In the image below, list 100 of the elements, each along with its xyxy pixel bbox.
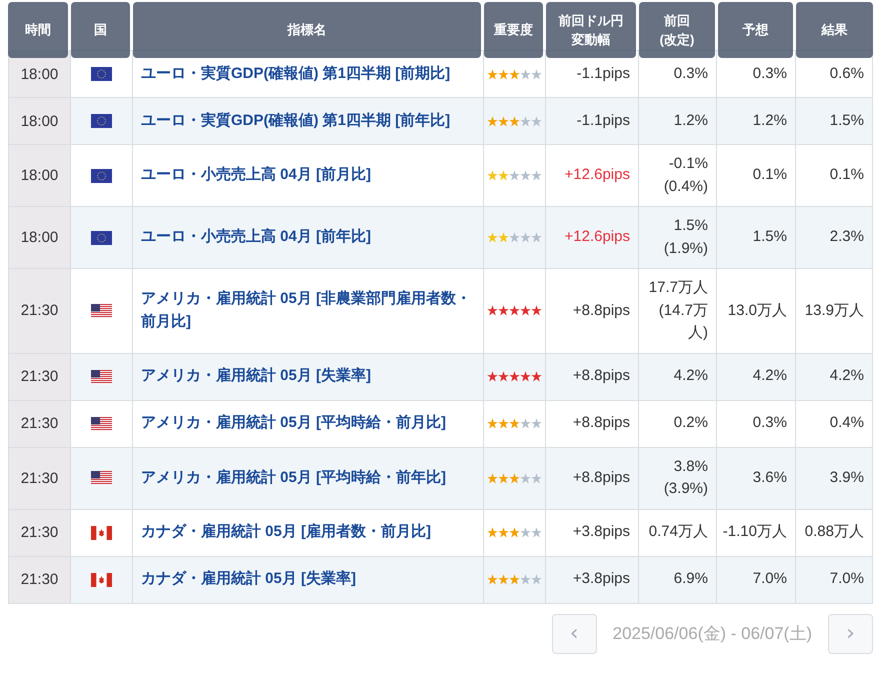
star-icon — [520, 170, 531, 181]
flag-icon — [91, 370, 112, 384]
pips-change: +8.8pips — [572, 413, 630, 434]
pips-change: -1.1pips — [576, 64, 630, 84]
star-icon — [520, 418, 531, 429]
flag-icon — [91, 168, 112, 182]
star-icon — [509, 574, 520, 585]
time-cell: 21:30 — [9, 400, 71, 448]
star-icon — [531, 170, 542, 181]
star-icon — [487, 472, 498, 484]
result-value: 2.3% — [830, 227, 864, 248]
column-header: 変動幅 — [572, 31, 610, 49]
indicator-link[interactable]: ユーロ・実質GDP(確報値) 第1四半期 [前年比] — [141, 110, 450, 132]
flag-icon — [91, 572, 112, 586]
indicator-link[interactable]: アメリカ・雇用統計 05月 [平均時給・前月比] — [141, 412, 446, 435]
indicator-link[interactable]: ユーロ・実質GDP(確報値) 第1四半期 [前期比] — [141, 62, 450, 86]
star-icon — [520, 68, 531, 80]
result-value: 0.1% — [830, 165, 864, 186]
star-icon — [498, 68, 509, 80]
star-icon — [509, 305, 520, 316]
indicator-link[interactable]: カナダ・雇用統計 05月 [雇用者数・前月比] — [141, 521, 432, 544]
time-cell: 21:30 — [9, 448, 71, 510]
result-value: 0.6% — [830, 64, 864, 84]
star-icon — [531, 371, 542, 382]
previous-value: 3.8% — [674, 456, 708, 476]
star-icon — [509, 170, 520, 181]
forecast-value: 4.2% — [752, 366, 787, 386]
star-icon — [487, 116, 498, 126]
star-icon — [498, 472, 509, 484]
star-icon — [487, 527, 498, 538]
indicator-link[interactable]: アメリカ・雇用統計 05月 [失業率] — [141, 365, 372, 388]
column-header: 予想 — [742, 21, 768, 40]
result-value: 0.4% — [830, 413, 864, 434]
date-range: 2025/06/06(金) - 06/07(土) — [612, 623, 812, 645]
revised-value: (1.9%) — [664, 238, 708, 258]
star-icon — [509, 418, 520, 429]
star-icon — [520, 527, 531, 538]
flag-icon — [91, 416, 112, 430]
time-cell: 18:00 — [9, 98, 71, 145]
star-icon — [487, 232, 498, 243]
star-icon — [498, 371, 509, 382]
result-value: 1.5% — [830, 110, 864, 131]
result-value: 13.9万人 — [804, 300, 864, 320]
star-icon — [531, 68, 542, 80]
pips-change: +3.8pips — [572, 569, 630, 590]
star-icon — [531, 418, 542, 429]
revised-value: (0.4%) — [664, 176, 708, 196]
time-cell: 21:30 — [9, 510, 71, 556]
previous-value: 1.2% — [674, 110, 708, 131]
column-header: 国 — [94, 21, 107, 40]
star-icon — [520, 116, 531, 126]
star-icon — [531, 232, 542, 243]
star-icon — [498, 232, 509, 243]
revised-value: (14.7万人) — [658, 300, 708, 343]
star-icon — [509, 68, 520, 80]
flag-icon — [91, 114, 112, 128]
column-header: (改定) — [660, 31, 694, 49]
result-value: 7.0% — [830, 569, 864, 590]
result-value: 3.9% — [830, 468, 864, 488]
forecast-value: 7.0% — [752, 569, 787, 590]
time-cell: 18:00 — [9, 145, 71, 207]
pips-change: +8.8pips — [572, 300, 630, 320]
star-icon — [531, 305, 542, 316]
forecast-value: 0.3% — [752, 64, 787, 84]
previous-value: 0.74万人 — [648, 522, 708, 542]
star-icon — [487, 574, 498, 585]
pips-change: +12.6pips — [564, 165, 630, 186]
star-icon — [520, 371, 531, 382]
column-header: 重要度 — [494, 21, 533, 40]
previous-value: 0.2% — [674, 413, 708, 434]
time-cell: 21:30 — [9, 269, 71, 354]
column-header: 指標名 — [288, 21, 326, 40]
indicator-link[interactable]: アメリカ・雇用統計 05月 [非農業部門雇用者数・前月比] — [141, 288, 475, 334]
column-header: 結果 — [822, 21, 848, 40]
pips-change: +8.8pips — [572, 366, 630, 386]
previous-value: -0.1% — [668, 154, 708, 174]
column-header: 時間 — [25, 21, 51, 40]
star-icon — [520, 574, 531, 585]
star-icon — [498, 574, 509, 585]
indicator-link[interactable]: アメリカ・雇用統計 05月 [平均時給・前年比] — [141, 466, 446, 490]
indicator-link[interactable]: ユーロ・小売売上高 04月 [前月比] — [141, 164, 372, 187]
column-header: 前回ドル円 — [558, 12, 624, 30]
indicator-link[interactable]: ユーロ・小売売上高 04月 [前年比] — [141, 226, 372, 249]
result-value: 0.88万人 — [804, 522, 864, 542]
star-icon — [498, 116, 509, 126]
forecast-value: 0.1% — [752, 165, 787, 186]
indicator-link[interactable]: カナダ・雇用統計 05月 [失業率] — [141, 568, 356, 591]
star-icon — [520, 472, 531, 484]
time-cell: 21:30 — [9, 354, 71, 400]
star-icon — [520, 232, 531, 243]
star-icon — [498, 305, 509, 316]
star-icon — [487, 305, 498, 316]
star-icon — [531, 472, 542, 484]
forecast-value: -1.10万人 — [722, 522, 787, 542]
column-header: 前回 — [664, 12, 690, 30]
time-cell: 18:00 — [9, 207, 71, 269]
forecast-value: 1.2% — [752, 110, 787, 131]
time-cell: 21:30 — [9, 556, 71, 604]
revised-value: (3.9%) — [664, 479, 708, 499]
star-icon — [487, 170, 498, 181]
